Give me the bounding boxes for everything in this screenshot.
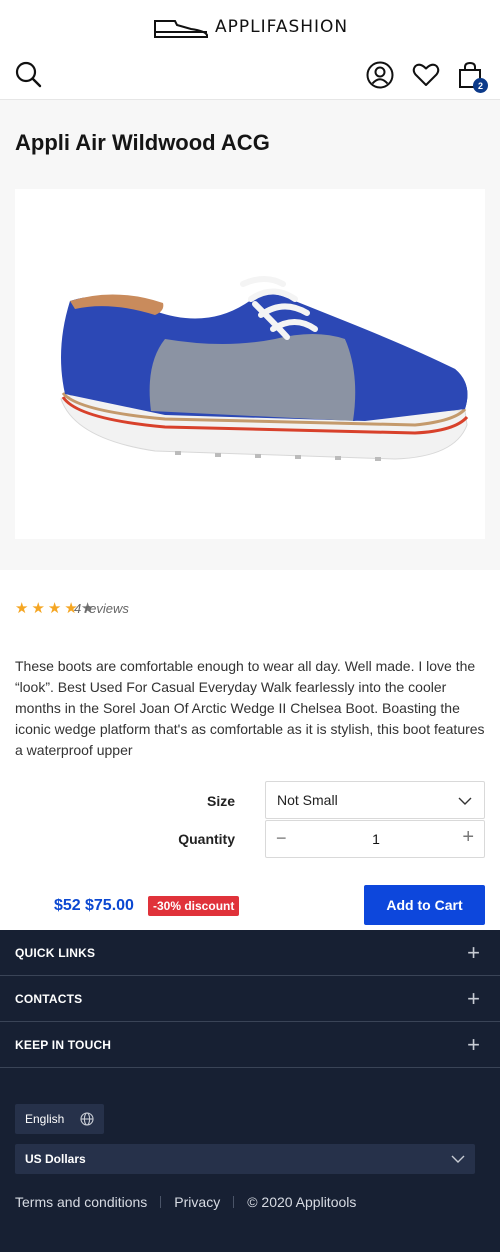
- footer-section-contacts[interactable]: CONTACTS +: [0, 976, 500, 1022]
- footer-section-label: KEEP IN TOUCH: [15, 1038, 112, 1052]
- quantity-increase-button[interactable]: +: [462, 826, 474, 849]
- footer-section-label: CONTACTS: [15, 992, 83, 1006]
- logo[interactable]: APPLIFASHION: [153, 15, 348, 39]
- shoe-logo-icon: [154, 20, 208, 38]
- star-icon: ★: [47, 600, 62, 617]
- chevron-down-icon: [458, 797, 472, 805]
- chevron-down-icon: [451, 1155, 465, 1163]
- size-label: Size: [206, 793, 235, 809]
- footer-section-keep-in-touch[interactable]: KEEP IN TOUCH +: [0, 1022, 500, 1068]
- product-description: These boots are comfortable enough to we…: [15, 658, 485, 758]
- product-title: Appli Air Wildwood ACG: [15, 130, 270, 155]
- reviews-count[interactable]: 4 reviews: [74, 601, 129, 616]
- quantity-stepper: − 1 +: [265, 820, 485, 858]
- language-label: English: [25, 1112, 65, 1126]
- plus-icon: +: [467, 986, 480, 1011]
- divider: [233, 1196, 235, 1208]
- plus-icon: +: [467, 1032, 480, 1057]
- blue-shoe-image: [60, 276, 469, 461]
- account-button[interactable]: [365, 60, 395, 90]
- globe-icon: [80, 1112, 94, 1126]
- price-old: $75.00: [85, 897, 134, 914]
- product-image: [15, 189, 485, 539]
- privacy-link[interactable]: Privacy: [174, 1194, 220, 1210]
- currency-selector[interactable]: US Dollars: [15, 1144, 475, 1174]
- currency-label: US Dollars: [25, 1152, 86, 1166]
- quantity-label: Quantity: [178, 831, 235, 847]
- footer-section-quick-links[interactable]: QUICK LINKS +: [0, 930, 500, 976]
- size-select[interactable]: Not Small: [265, 781, 485, 819]
- terms-link[interactable]: Terms and conditions: [15, 1194, 147, 1210]
- cart-count-badge: 2: [473, 78, 488, 93]
- heart-icon: [412, 63, 440, 86]
- star-icon: ★: [15, 600, 29, 617]
- quantity-value[interactable]: 1: [266, 831, 486, 847]
- footer-links: Terms and conditions Privacy © 2020 Appl…: [15, 1194, 356, 1210]
- price-new: $52: [54, 897, 81, 914]
- wishlist-button[interactable]: [411, 60, 441, 90]
- header: APPLIFASHION 2: [0, 0, 500, 100]
- language-selector[interactable]: English: [15, 1104, 104, 1134]
- search-icon: [15, 61, 42, 88]
- discount-badge: -30% discount: [148, 896, 240, 916]
- user-icon: [366, 61, 394, 89]
- copyright-text: © 2020 Applitools: [247, 1194, 357, 1210]
- add-to-cart-button[interactable]: Add to Cart: [364, 885, 485, 925]
- divider: [160, 1196, 162, 1208]
- search-button[interactable]: [14, 60, 44, 90]
- footer-section-label: QUICK LINKS: [15, 946, 96, 960]
- size-value: Not Small: [277, 792, 338, 808]
- plus-icon: +: [467, 940, 480, 965]
- star-icon: ★: [31, 600, 45, 617]
- logo-text: APPLIFASHION: [215, 17, 349, 37]
